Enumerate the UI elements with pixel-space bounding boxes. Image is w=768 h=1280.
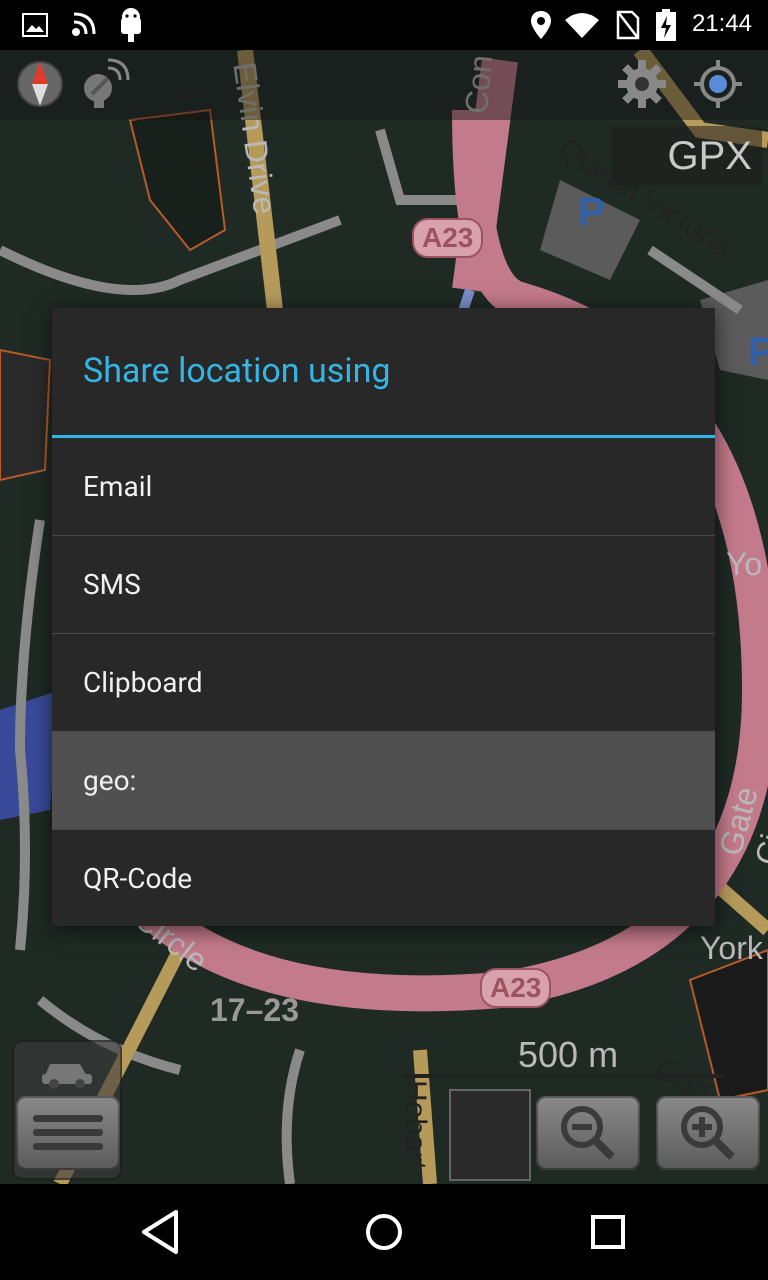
map-label-street: Hobart — [399, 1080, 432, 1171]
location-pin-icon — [530, 10, 552, 44]
map-label-number: 17–23 — [210, 992, 299, 1028]
signal-wave-icon — [68, 10, 100, 44]
map-label-parking: P — [748, 330, 768, 374]
settings-gear-icon[interactable] — [614, 56, 670, 112]
zoom-in-icon — [681, 1106, 735, 1160]
share-option-email[interactable]: Email — [52, 438, 715, 536]
zoom-in-button[interactable] — [656, 1096, 760, 1170]
no-sim-icon — [616, 10, 640, 44]
gps-satellite-icon[interactable] — [74, 56, 130, 112]
back-icon[interactable] — [132, 1204, 188, 1260]
map-label-street: Yo — [726, 546, 763, 582]
map-scale-bar — [402, 1074, 726, 1078]
share-option-clipboard[interactable]: Clipboard — [52, 634, 715, 732]
navigation-bar — [0, 1184, 768, 1280]
gpx-label[interactable]: GPX — [612, 126, 762, 186]
map-toolbar — [0, 50, 768, 120]
recents-icon[interactable] — [580, 1204, 636, 1260]
status-time: 21:44 — [691, 10, 752, 37]
share-option-sms[interactable]: SMS — [52, 536, 715, 634]
compass-icon[interactable] — [12, 56, 68, 112]
status-bar: 21:44 — [0, 0, 768, 50]
menu-icon — [33, 1115, 103, 1150]
share-location-dialog: Share location using Email SMS Clipboard… — [52, 308, 715, 926]
map-scale: 500 m — [518, 1034, 619, 1075]
home-icon[interactable] — [356, 1204, 412, 1260]
map-label-parking: P — [578, 190, 605, 234]
my-location-icon[interactable] — [690, 56, 746, 112]
dialog-title: Share location using — [52, 308, 715, 438]
menu-button[interactable] — [16, 1096, 120, 1170]
image-icon — [22, 13, 48, 41]
android-icon — [118, 8, 144, 46]
zoom-out-button[interactable] — [536, 1096, 640, 1170]
car-icon — [42, 1064, 92, 1089]
map-label-road-number: A23 — [412, 218, 484, 258]
battery-charging-icon — [654, 8, 678, 46]
map-label-street: York — [700, 930, 763, 966]
map-label-road-number: A23 — [480, 968, 552, 1008]
zoom-out-icon — [561, 1106, 615, 1160]
share-option-geo[interactable]: geo: — [52, 732, 715, 830]
share-option-qr-code[interactable]: QR-Code — [52, 830, 715, 927]
wifi-icon — [564, 12, 600, 42]
